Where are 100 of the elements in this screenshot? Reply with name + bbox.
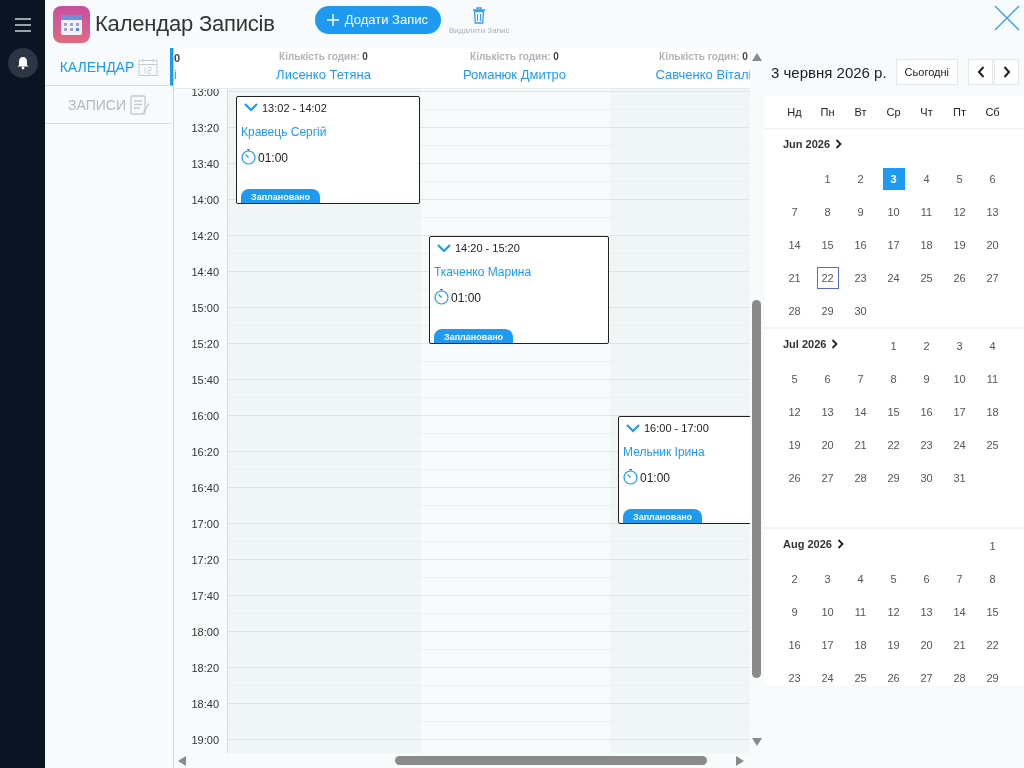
- month-label[interactable]: Jun 2026: [783, 138, 843, 150]
- day-cell[interactable]: 15: [882, 400, 905, 423]
- day-cell[interactable]: 6: [816, 367, 839, 390]
- day-cell[interactable]: 14: [783, 233, 806, 256]
- day-cell[interactable]: 27: [981, 266, 1004, 289]
- day-cell[interactable]: 10: [882, 200, 905, 223]
- day-cell[interactable]: 22: [981, 633, 1004, 656]
- day-cell[interactable]: 30: [849, 299, 872, 322]
- vertical-scrollbar[interactable]: [752, 300, 761, 678]
- day-cell[interactable]: 11: [915, 200, 938, 223]
- day-cell[interactable]: 19: [948, 233, 971, 256]
- day-cell[interactable]: 26: [948, 266, 971, 289]
- day-cell[interactable]: 23: [915, 433, 938, 456]
- day-cell[interactable]: 20: [915, 633, 938, 656]
- previous-button[interactable]: [968, 59, 993, 85]
- day-cell[interactable]: 21: [948, 633, 971, 656]
- scroll-right-icon[interactable]: [736, 755, 744, 766]
- day-cell[interactable]: 21: [783, 266, 806, 289]
- day-cell[interactable]: 24: [882, 266, 905, 289]
- appointment-card[interactable]: 16:00 - 17:00 Мельник Ірина 01:00 Заплановано: [618, 416, 750, 524]
- day-cell[interactable]: 29: [882, 466, 905, 489]
- day-cell[interactable]: 4: [915, 167, 938, 190]
- scroll-down-icon[interactable]: [751, 738, 762, 746]
- day-cell[interactable]: 28: [783, 299, 806, 322]
- day-cell[interactable]: 15: [816, 233, 839, 256]
- day-cell[interactable]: 26: [783, 466, 806, 489]
- day-cell[interactable]: 13: [981, 200, 1004, 223]
- day-cell[interactable]: 1: [816, 167, 839, 190]
- day-cell[interactable]: 18: [849, 633, 872, 656]
- day-cell[interactable]: 23: [783, 666, 806, 685]
- chevron-down-icon[interactable]: [244, 103, 258, 113]
- day-cell[interactable]: 8: [882, 367, 905, 390]
- appointment-card[interactable]: 13:02 - 14:02 Кравець Сергій 01:00 Заплановано: [236, 95, 420, 204]
- day-cell[interactable]: 9: [849, 200, 872, 223]
- day-cell[interactable]: 2: [915, 334, 938, 357]
- day-cell[interactable]: 1: [981, 534, 1004, 557]
- day-cell[interactable]: 4: [981, 334, 1004, 357]
- day-cell[interactable]: 20: [981, 233, 1004, 256]
- day-cell[interactable]: 28: [948, 666, 971, 685]
- menu-icon[interactable]: [14, 18, 31, 32]
- appointment-card[interactable]: 14:20 - 15:20 Ткаченко Марина 01:00 Заплановано: [429, 236, 609, 344]
- day-cell[interactable]: 25: [981, 433, 1004, 456]
- day-cell[interactable]: 17: [882, 233, 905, 256]
- day-cell[interactable]: 18: [915, 233, 938, 256]
- day-cell[interactable]: 29: [816, 299, 839, 322]
- day-cell[interactable]: 4: [849, 567, 872, 590]
- day-cell[interactable]: 5: [783, 367, 806, 390]
- day-cell[interactable]: 19: [783, 433, 806, 456]
- day-cell[interactable]: 28: [849, 466, 872, 489]
- day-cell[interactable]: 13: [915, 600, 938, 623]
- day-cell[interactable]: 12: [783, 400, 806, 423]
- day-cell[interactable]: 2: [783, 567, 806, 590]
- day-cell[interactable]: 10: [816, 600, 839, 623]
- day-cell[interactable]: 29: [981, 666, 1004, 685]
- day-cell[interactable]: 22: [882, 433, 905, 456]
- day-cell[interactable]: 27: [915, 666, 938, 685]
- day-cell[interactable]: 16: [849, 233, 872, 256]
- day-cell[interactable]: 8: [816, 200, 839, 223]
- day-cell[interactable]: 16: [915, 400, 938, 423]
- day-cell[interactable]: 17: [816, 633, 839, 656]
- day-cell[interactable]: 3: [816, 567, 839, 590]
- next-button[interactable]: [994, 59, 1019, 85]
- day-cell[interactable]: 7: [783, 200, 806, 223]
- day-cell[interactable]: 24: [948, 433, 971, 456]
- horizontal-scrollbar[interactable]: [395, 756, 707, 765]
- month-label[interactable]: Aug 2026: [783, 538, 844, 550]
- day-cell[interactable]: 18: [981, 400, 1004, 423]
- day-cell[interactable]: 24: [816, 666, 839, 685]
- day-cell[interactable]: 14: [948, 600, 971, 623]
- day-cell[interactable]: 27: [816, 466, 839, 489]
- day-cell[interactable]: 5: [882, 567, 905, 590]
- day-cell[interactable]: 3: [948, 334, 971, 357]
- day-cell[interactable]: 26: [882, 666, 905, 685]
- day-cell[interactable]: 7: [948, 567, 971, 590]
- day-cell[interactable]: 22: [816, 266, 839, 289]
- day-cell[interactable]: 6: [915, 567, 938, 590]
- day-cell[interactable]: 17: [948, 400, 971, 423]
- day-cell[interactable]: 10: [948, 367, 971, 390]
- month-label[interactable]: Jul 2026: [783, 338, 839, 350]
- day-cell[interactable]: 25: [849, 666, 872, 685]
- day-cell[interactable]: 5: [948, 167, 971, 190]
- day-cell[interactable]: 15: [981, 600, 1004, 623]
- day-cell[interactable]: 7: [849, 367, 872, 390]
- day-cell[interactable]: 2: [849, 167, 872, 190]
- day-cell[interactable]: 19: [882, 633, 905, 656]
- bell-icon[interactable]: [7, 48, 38, 78]
- day-cell[interactable]: 9: [783, 600, 806, 623]
- day-cell[interactable]: 14: [849, 400, 872, 423]
- today-button[interactable]: Сьогодні: [895, 59, 958, 85]
- day-cell[interactable]: 8: [981, 567, 1004, 590]
- chevron-down-icon[interactable]: [437, 243, 451, 253]
- day-cell[interactable]: 13: [816, 400, 839, 423]
- day-cell[interactable]: 21: [849, 433, 872, 456]
- day-cell[interactable]: 20: [816, 433, 839, 456]
- day-cell[interactable]: 31: [948, 466, 971, 489]
- day-cell[interactable]: 6: [981, 167, 1004, 190]
- day-cell[interactable]: 30: [915, 466, 938, 489]
- day-cell[interactable]: 9: [915, 367, 938, 390]
- scroll-left-icon[interactable]: [178, 755, 186, 766]
- day-cell[interactable]: 23: [849, 266, 872, 289]
